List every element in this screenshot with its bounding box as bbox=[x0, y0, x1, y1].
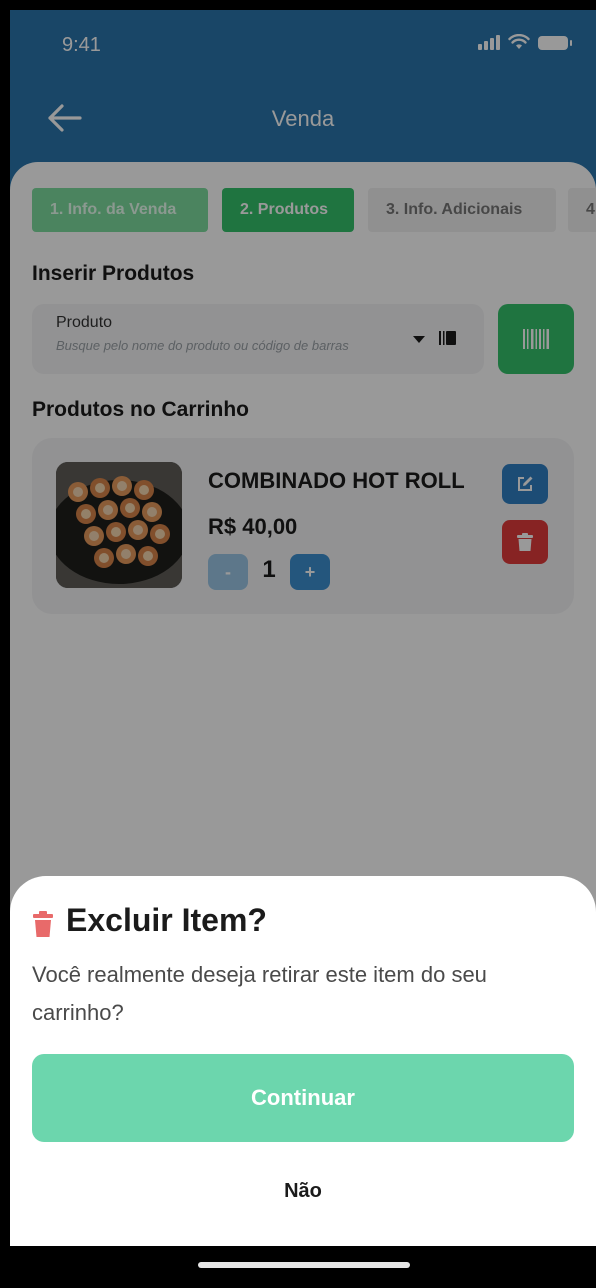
phone-screen: 9:41 Venda 1. Info. da Venda 2. Produtos bbox=[10, 10, 596, 1288]
dialog-message: Você realmente deseja retirar este item … bbox=[32, 962, 487, 1025]
continue-button[interactable]: Continuar bbox=[32, 1054, 574, 1142]
no-button[interactable]: Não bbox=[10, 1180, 596, 1203]
trash-icon bbox=[33, 911, 53, 937]
dialog-title: Excluir Item? bbox=[66, 902, 267, 938]
home-bar-area bbox=[10, 1246, 596, 1288]
delete-confirm-sheet: Excluir Item? Você realmente deseja reti… bbox=[10, 876, 596, 1246]
home-indicator[interactable] bbox=[198, 1262, 410, 1268]
